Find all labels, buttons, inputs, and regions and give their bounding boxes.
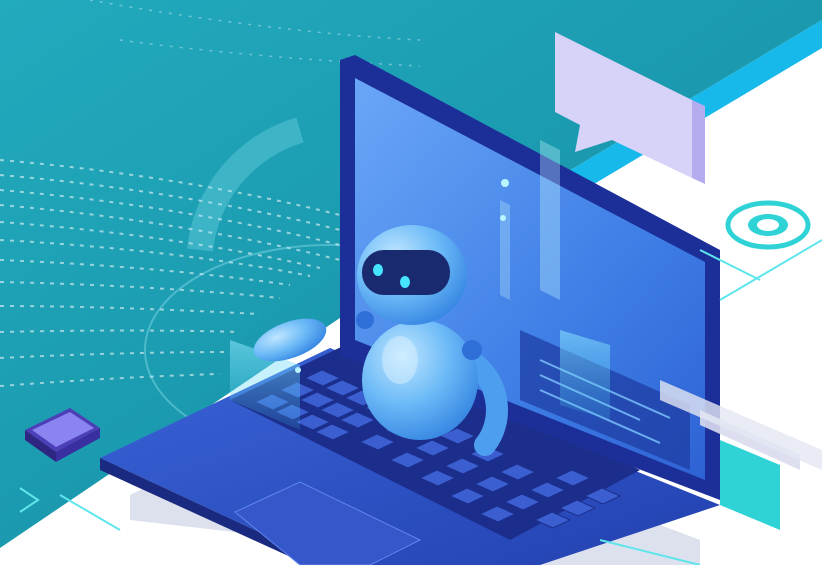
robot-eye-right [400,276,410,288]
robot-eye-left [373,264,383,276]
target-ring-icon [725,200,811,250]
robot-body [362,320,478,440]
illustration-canvas [0,0,822,565]
